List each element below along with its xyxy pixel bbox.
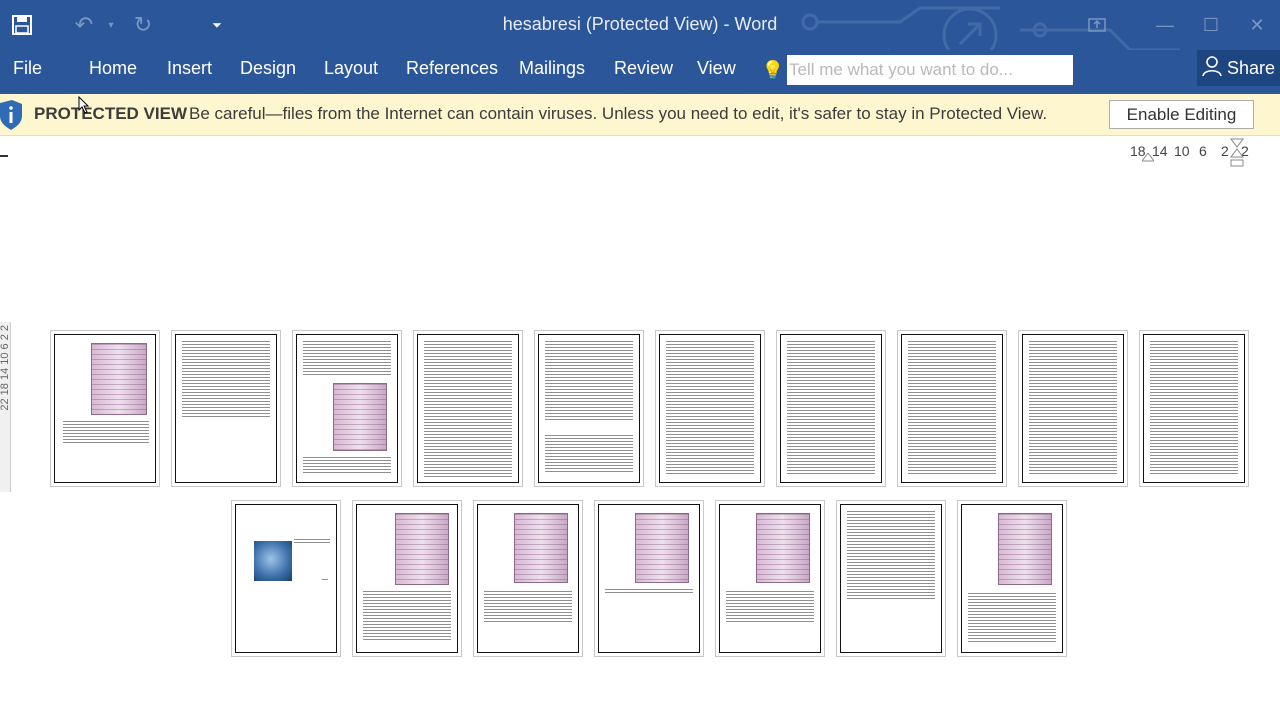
text-lines: [363, 591, 451, 640]
cover-image: [254, 541, 292, 581]
document-page[interactable]: [231, 500, 341, 657]
protected-view-label: PROTECTED VIEW: [34, 104, 188, 123]
tell-me-input[interactable]: Tell me what you want to do...: [787, 55, 1073, 85]
ruler-number: 14: [1152, 143, 1168, 159]
text-lines: [726, 591, 814, 622]
share-button[interactable]: Share: [1197, 50, 1280, 86]
document-page[interactable]: [836, 500, 946, 657]
text-lines: [484, 591, 572, 622]
document-page[interactable]: [897, 330, 1007, 487]
tab-file[interactable]: File: [13, 50, 42, 86]
right-indent-marker-icon[interactable]: [1230, 137, 1244, 171]
table-image: [635, 513, 689, 583]
tab-layout[interactable]: Layout: [324, 50, 378, 86]
tab-references[interactable]: References: [406, 50, 498, 86]
person-icon: [1197, 55, 1227, 82]
text-lines: [322, 579, 328, 581]
ribbon-display-options-icon[interactable]: [1074, 0, 1120, 50]
tab-home[interactable]: Home: [89, 50, 137, 86]
ruler-number: 10: [1174, 143, 1190, 159]
ruler-tab-selector[interactable]: [0, 155, 8, 157]
document-page[interactable]: [776, 330, 886, 487]
document-page[interactable]: [594, 500, 704, 657]
text-lines: [908, 341, 996, 476]
table-image: [333, 383, 387, 451]
ruler-number: 2: [1221, 143, 1229, 159]
close-icon[interactable]: ✕: [1234, 0, 1280, 50]
text-lines: [847, 511, 935, 599]
table-image: [395, 513, 449, 585]
lightbulb-icon: 💡: [761, 59, 785, 80]
tab-insert[interactable]: Insert: [167, 50, 212, 86]
text-lines: [1150, 341, 1238, 476]
tab-view[interactable]: View: [697, 50, 736, 86]
title-bar: ↶ ▾ ↻ ⏷ hesabresi (Protected View) - Wor…: [0, 0, 1280, 72]
text-lines: [303, 341, 391, 377]
text-lines: [968, 593, 1056, 644]
table-image: [756, 513, 810, 583]
protected-view-bar: PROTECTED VIEW Be careful—files from the…: [0, 94, 1280, 136]
table-image: [514, 513, 568, 583]
document-page[interactable]: [715, 500, 825, 657]
table-image: [998, 513, 1052, 585]
document-page[interactable]: [1139, 330, 1249, 487]
protected-view-message: Be careful—files from the Internet can c…: [189, 104, 1048, 123]
tab-design[interactable]: Design: [240, 50, 296, 86]
window-controls: — ☐ ✕: [1074, 0, 1280, 50]
text-lines: [787, 341, 875, 476]
table-image: [91, 343, 147, 415]
document-page[interactable]: [957, 500, 1067, 657]
document-page[interactable]: [352, 500, 462, 657]
text-lines: [545, 341, 633, 421]
text-lines: [545, 435, 633, 474]
text-lines: [666, 341, 754, 476]
text-lines: [424, 341, 512, 479]
text-lines: [1029, 341, 1117, 476]
document-page[interactable]: [171, 330, 281, 487]
indent-marker-icon[interactable]: [1142, 153, 1154, 163]
document-page[interactable]: [1018, 330, 1128, 487]
vertical-ruler-numbers: 22 18 14 10 6 2 2: [0, 325, 11, 411]
text-lines: [605, 589, 693, 595]
document-page[interactable]: [534, 330, 644, 487]
text-lines: [303, 457, 391, 474]
document-page[interactable]: [292, 330, 402, 487]
shield-info-icon: [0, 100, 22, 130]
horizontal-ruler[interactable]: 18 14 10 6 2 2: [1128, 138, 1280, 167]
tab-mailings[interactable]: Mailings: [519, 50, 585, 86]
text-lines: [63, 421, 149, 445]
maximize-icon[interactable]: ☐: [1188, 0, 1234, 50]
text-lines: [182, 341, 270, 419]
document-page[interactable]: [473, 500, 583, 657]
document-page[interactable]: [413, 330, 523, 487]
tab-review[interactable]: Review: [614, 50, 673, 86]
text-lines: [294, 539, 330, 543]
document-page[interactable]: [655, 330, 765, 487]
minimize-icon[interactable]: —: [1142, 0, 1188, 50]
mouse-cursor-icon: [78, 96, 90, 114]
document-page[interactable]: [50, 330, 160, 487]
tell-me-search[interactable]: 💡 Tell me what you want to do...: [760, 55, 1073, 85]
ruler-number: 6: [1199, 143, 1207, 159]
enable-editing-button[interactable]: Enable Editing: [1109, 100, 1254, 129]
share-label: Share: [1227, 57, 1276, 78]
ribbon-tabs: File Home Insert Design Layout Reference…: [0, 50, 1280, 94]
